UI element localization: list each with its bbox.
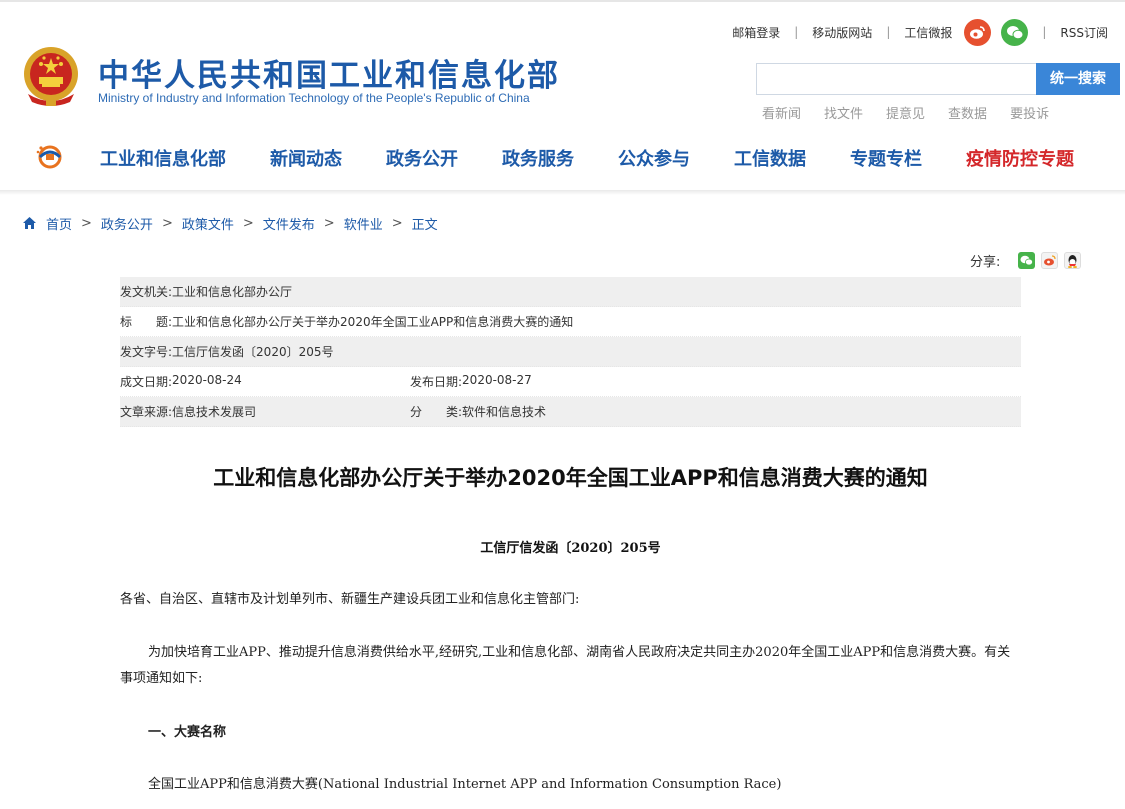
nav-item-topics[interactable]: 专题专栏	[850, 145, 922, 171]
weibao-link[interactable]: 工信微报	[904, 24, 952, 41]
mobile-site-link[interactable]: 移动版网站	[812, 24, 872, 41]
breadcrumb-separator: >	[161, 215, 173, 231]
meta-label: 发文字号:	[120, 345, 173, 359]
weibo-icon[interactable]	[964, 18, 992, 46]
quick-link-data[interactable]: 查数据	[948, 103, 987, 122]
divider: |	[886, 25, 891, 39]
breadcrumb-separator: >	[391, 215, 403, 231]
meta-row-issuer: 发文机关: 工业和信息化部办公厅	[120, 277, 1021, 307]
breadcrumb-separator: >	[81, 215, 92, 231]
nav-item-data[interactable]: 工信数据	[734, 145, 806, 171]
rss-link[interactable]: RSS订阅	[1060, 24, 1108, 41]
site-header: 中华人民共和国工业和信息化部 Ministry of Industry and …	[0, 0, 1125, 195]
breadcrumb-separator: >	[323, 215, 335, 231]
meta-row-source: 文章来源: 信息技术发展司 分 类: 软件和信息技术	[120, 397, 1021, 427]
nav-item-news[interactable]: 新闻动态	[270, 145, 342, 171]
meta-row-title: 标 题: 工业和信息化部办公厅关于举办2020年全国工业APP和信息消费大赛的通…	[120, 307, 1021, 337]
breadcrumb-policy[interactable]: 政策文件	[182, 214, 234, 233]
article-paragraph: 全国工业APP和信息消费大赛(National Industrial Inter…	[148, 777, 782, 792]
breadcrumb-gov-affairs[interactable]: 政务公开	[101, 214, 153, 233]
share-bar: 分享:	[970, 251, 1087, 270]
header-divider	[0, 190, 1125, 195]
breadcrumb-separator: >	[242, 215, 254, 231]
meta-value-title: 工业和信息化部办公厅关于举办2020年全国工业APP和信息消费大赛的通知	[172, 315, 574, 329]
breadcrumb-current: 正文	[411, 217, 438, 233]
search-button[interactable]: 统一搜索	[1036, 63, 1120, 95]
document-meta-table: 发文机关: 工业和信息化部办公厅 标 题: 工业和信息化部办公厅关于举办2020…	[120, 277, 1021, 427]
share-qq-icon[interactable]	[1064, 252, 1082, 269]
nav-item-gov-services[interactable]: 政务服务	[502, 145, 574, 171]
nav-item-epidemic[interactable]: 疫情防控专题	[966, 145, 1074, 171]
article-paragraph: 各省、自治区、直辖市及计划单列市、新疆生产建设兵团工业和信息化主管部门:	[120, 592, 580, 607]
breadcrumb-home[interactable]: 首页	[46, 214, 72, 233]
meta-value-issuer: 工业和信息化部办公厅	[172, 285, 293, 299]
article-docno: 工信厅信发函〔2020〕205号	[480, 541, 661, 556]
divider: |	[1042, 25, 1047, 39]
meta-label: 发文机关:	[120, 285, 173, 299]
share-label: 分享:	[970, 255, 1001, 270]
divider: |	[794, 25, 799, 39]
share-wechat-icon[interactable]	[1018, 252, 1036, 269]
meta-value-written-date: 2020-08-24	[172, 373, 242, 387]
meta-value-source: 信息技术发展司	[172, 405, 257, 419]
meta-cell-written: 成文日期: 2020-08-24	[120, 373, 242, 390]
meta-row-docno: 发文字号: 工信厅信发函〔2020〕205号	[120, 337, 1021, 367]
national-emblem-icon[interactable]	[20, 44, 82, 110]
site-name-en[interactable]: Ministry of Industry and Information Tec…	[98, 91, 530, 105]
nav-item-gov-affairs[interactable]: 政务公开	[386, 145, 458, 171]
meta-value-category: 软件和信息技术	[462, 405, 547, 419]
meta-cell-category: 分 类: 软件和信息技术	[410, 403, 546, 420]
share-weibo-icon[interactable]	[1041, 252, 1059, 269]
meta-label: 标 题:	[120, 315, 173, 329]
wechat-icon[interactable]	[1001, 18, 1029, 46]
meta-label: 成文日期:	[120, 375, 173, 389]
article-paragraph: 为加快培育工业APP、推动提升信息消费供给水平,经研究,工业和信息化部、湖南省人…	[120, 645, 1011, 686]
site-name-cn[interactable]: 中华人民共和国工业和信息化部	[98, 50, 560, 95]
meta-cell-published: 发布日期: 2020-08-27	[410, 373, 532, 390]
quick-link-suggest[interactable]: 提意见	[886, 103, 925, 122]
miit-logo-icon[interactable]	[35, 143, 65, 171]
article-title: 工业和信息化部办公厅关于举办2020年全国工业APP和信息消费大赛的通知	[213, 466, 928, 490]
meta-row-dates: 成文日期: 2020-08-24 发布日期: 2020-08-27	[120, 367, 1021, 397]
quick-links: 看新闻 找文件 提意见 查数据 要投诉	[762, 103, 1072, 122]
meta-value-docno: 工信厅信发函〔2020〕205号	[172, 345, 334, 359]
top-links: 邮箱登录 | 移动版网站 | 工信微报 | RSS订阅	[732, 16, 1108, 48]
meta-cell-source: 文章来源: 信息技术发展司	[120, 403, 256, 420]
article-section-heading: 一、大赛名称	[148, 725, 227, 740]
home-icon[interactable]	[22, 216, 37, 230]
breadcrumb-software[interactable]: 软件业	[344, 214, 383, 233]
meta-label: 发布日期:	[410, 375, 463, 389]
main-nav: 工业和信息化部 新闻动态 政务公开 政务服务 公众参与 工信数据 专题专栏 疫情…	[0, 135, 1125, 179]
meta-label: 文章来源:	[120, 405, 173, 419]
mail-login-link[interactable]: 邮箱登录	[732, 24, 780, 41]
meta-label: 分 类:	[410, 405, 463, 419]
nav-item-ministry[interactable]: 工业和信息化部	[100, 145, 226, 171]
quick-link-files[interactable]: 找文件	[824, 103, 863, 122]
breadcrumb: 首页 > 政务公开 > 政策文件 > 文件发布 > 软件业 > 正文	[22, 212, 438, 234]
quick-link-news[interactable]: 看新闻	[762, 103, 801, 122]
breadcrumb-release[interactable]: 文件发布	[263, 214, 315, 233]
search-input[interactable]	[756, 63, 1037, 95]
nav-item-participation[interactable]: 公众参与	[618, 145, 690, 171]
meta-value-published-date: 2020-08-27	[462, 373, 532, 387]
quick-link-complain[interactable]: 要投诉	[1010, 103, 1049, 122]
